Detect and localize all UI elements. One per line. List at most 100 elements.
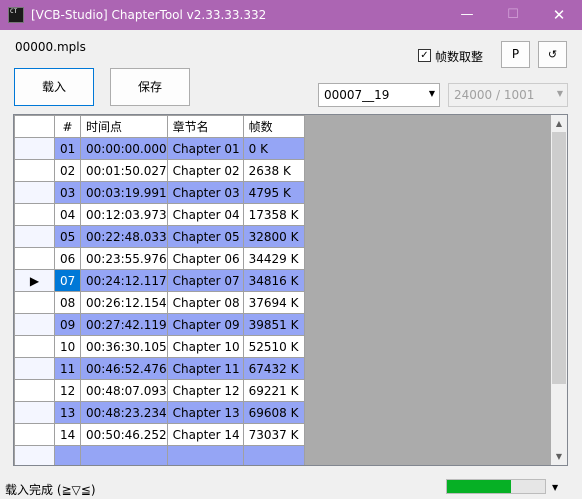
cell-number[interactable]: 10: [54, 335, 81, 358]
cell-name[interactable]: Chapter 13: [166, 401, 244, 424]
p-button[interactable]: P: [501, 41, 530, 68]
round-frames-label[interactable]: 帧数取整: [435, 48, 483, 65]
cell-number[interactable]: 01: [54, 137, 81, 160]
row-header[interactable]: [14, 181, 55, 204]
cell-frames[interactable]: 39851 K: [242, 313, 305, 336]
scroll-up-icon[interactable]: ▲: [551, 115, 567, 132]
cell-time[interactable]: [80, 445, 168, 465]
row-header[interactable]: [14, 225, 55, 248]
cell-name[interactable]: Chapter 10: [166, 335, 244, 358]
load-button[interactable]: 载入: [14, 68, 94, 106]
cell-frames[interactable]: 67432 K: [242, 357, 305, 380]
close-button[interactable]: ✕: [536, 0, 582, 30]
minimize-button[interactable]: —: [444, 0, 490, 30]
table-row[interactable]: 12 00:48:07.093 Chapter 12 69221 K: [14, 379, 305, 402]
cell-time[interactable]: 00:48:07.093: [80, 379, 168, 402]
cell-time[interactable]: 00:36:30.105: [80, 335, 168, 358]
current-row-icon[interactable]: ▶: [14, 269, 55, 292]
column-header-number[interactable]: #: [54, 115, 81, 138]
table-row[interactable]: 06 00:23:55.976 Chapter 06 34429 K: [14, 247, 305, 270]
row-header[interactable]: [14, 335, 55, 358]
cell-number[interactable]: 11: [54, 357, 81, 380]
cell-number[interactable]: 13: [54, 401, 81, 424]
cell-name[interactable]: Chapter 11: [166, 357, 244, 380]
cell-name[interactable]: Chapter 03: [166, 181, 244, 204]
scroll-down-icon[interactable]: ▼: [551, 448, 567, 465]
cell-frames[interactable]: 34816 K: [242, 269, 305, 292]
cell-number[interactable]: 07: [54, 269, 81, 292]
table-row[interactable]: 14 00:50:46.252 Chapter 14 73037 K: [14, 423, 305, 446]
cell-name[interactable]: Chapter 12: [166, 379, 244, 402]
status-dropdown-icon[interactable]: ▼: [552, 483, 558, 492]
cell-number[interactable]: 03: [54, 181, 81, 204]
cell-frames[interactable]: 2638 K: [242, 159, 305, 182]
vertical-scrollbar[interactable]: ▲ ▼: [551, 115, 567, 465]
cell-time[interactable]: 00:27:42.119: [80, 313, 168, 336]
table-row[interactable]: 08 00:26:12.154 Chapter 08 37694 K: [14, 291, 305, 314]
cell-name[interactable]: Chapter 07: [166, 269, 244, 292]
column-header-time[interactable]: 时间点: [80, 115, 168, 138]
cell-number[interactable]: 12: [54, 379, 81, 402]
row-header[interactable]: [14, 137, 55, 160]
row-header[interactable]: [14, 445, 55, 465]
round-frames-checkbox[interactable]: ✓: [418, 49, 431, 62]
cell-time[interactable]: 00:00:00.000: [80, 137, 168, 160]
cell-number[interactable]: 06: [54, 247, 81, 270]
cell-time[interactable]: 00:03:19.991: [80, 181, 168, 204]
cell-frames[interactable]: 32800 K: [242, 225, 305, 248]
cell-time[interactable]: 00:12:03.973: [80, 203, 168, 226]
cell-name[interactable]: Chapter 09: [166, 313, 244, 336]
row-header[interactable]: [14, 379, 55, 402]
cell-time[interactable]: 00:23:55.976: [80, 247, 168, 270]
cell-time[interactable]: 00:48:23.234: [80, 401, 168, 424]
column-header-frames[interactable]: 帧数: [242, 115, 305, 138]
maximize-button[interactable]: ☐: [490, 0, 536, 30]
cell-number[interactable]: 04: [54, 203, 81, 226]
cell-number[interactable]: 02: [54, 159, 81, 182]
save-button[interactable]: 保存: [110, 68, 190, 106]
cell-name[interactable]: Chapter 04: [166, 203, 244, 226]
cell-frames[interactable]: 73037 K: [242, 423, 305, 446]
cell-frames[interactable]: 69221 K: [242, 379, 305, 402]
chapter-grid[interactable]: # 时间点 章节名 帧数 01 00:00:00.000 Chapter 01 0 K…: [13, 114, 568, 466]
cell-name[interactable]: Chapter 14: [166, 423, 244, 446]
table-row[interactable]: 05 00:22:48.033 Chapter 05 32800 K: [14, 225, 305, 248]
row-header[interactable]: [14, 247, 55, 270]
row-header[interactable]: [14, 203, 55, 226]
column-header-name[interactable]: 章节名: [166, 115, 244, 138]
table-row[interactable]: 09 00:27:42.119 Chapter 09 39851 K: [14, 313, 305, 336]
row-header[interactable]: [14, 313, 55, 336]
table-row[interactable]: 04 00:12:03.973 Chapter 04 17358 K: [14, 203, 305, 226]
cell-frames[interactable]: 4795 K: [242, 181, 305, 204]
cell-frames[interactable]: 34429 K: [242, 247, 305, 270]
scroll-thumb[interactable]: [552, 132, 566, 384]
cell-frames[interactable]: 69608 K: [242, 401, 305, 424]
table-row[interactable]: ▶ 07 00:24:12.117 Chapter 07 34816 K: [14, 269, 305, 292]
cell-name[interactable]: [166, 445, 244, 465]
cell-frames[interactable]: [242, 445, 305, 465]
row-header[interactable]: [14, 357, 55, 380]
cell-time[interactable]: 00:46:52.476: [80, 357, 168, 380]
cell-time[interactable]: 00:24:12.117: [80, 269, 168, 292]
cell-number[interactable]: [54, 445, 81, 465]
cell-number[interactable]: 14: [54, 423, 81, 446]
row-header[interactable]: [14, 159, 55, 182]
cell-name[interactable]: Chapter 01: [166, 137, 244, 160]
cell-frames[interactable]: 52510 K: [242, 335, 305, 358]
row-header-corner[interactable]: [14, 115, 55, 138]
cell-name[interactable]: Chapter 08: [166, 291, 244, 314]
row-header[interactable]: [14, 423, 55, 446]
table-row[interactable]: 01 00:00:00.000 Chapter 01 0 K: [14, 137, 305, 160]
cell-number[interactable]: 08: [54, 291, 81, 314]
table-row[interactable]: 02 00:01:50.027 Chapter 02 2638 K: [14, 159, 305, 182]
table-row[interactable]: [14, 445, 305, 465]
cell-name[interactable]: Chapter 02: [166, 159, 244, 182]
cell-frames[interactable]: 17358 K: [242, 203, 305, 226]
row-header[interactable]: [14, 401, 55, 424]
cell-name[interactable]: Chapter 05: [166, 225, 244, 248]
row-header[interactable]: [14, 291, 55, 314]
cell-name[interactable]: Chapter 06: [166, 247, 244, 270]
cell-time[interactable]: 00:22:48.033: [80, 225, 168, 248]
refresh-button[interactable]: ↺: [538, 41, 567, 68]
table-row[interactable]: 11 00:46:52.476 Chapter 11 67432 K: [14, 357, 305, 380]
